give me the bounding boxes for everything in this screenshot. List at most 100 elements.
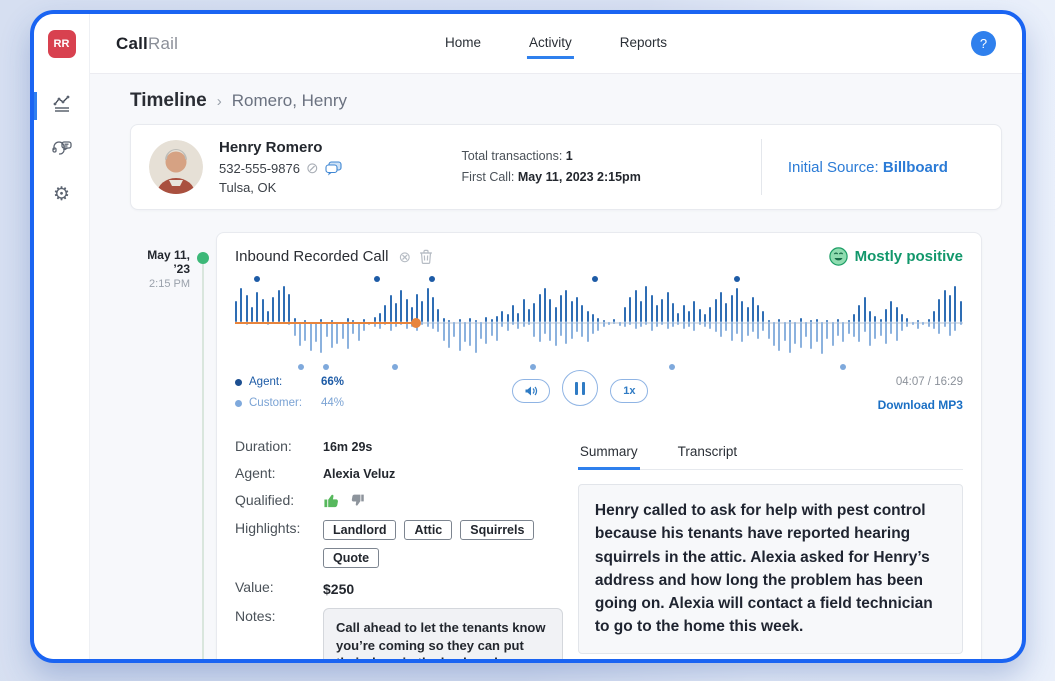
edit-icon[interactable]: ⊘ <box>306 159 319 177</box>
initial-source-label: Initial Source: <box>788 159 879 176</box>
value-label: Value: <box>235 579 323 595</box>
customer-marker-dot[interactable] <box>530 364 536 370</box>
initial-source: Initial Source: Billboard <box>788 159 948 176</box>
legend-customer: Customer: 44% <box>235 397 475 409</box>
playback-progress-handle[interactable] <box>411 318 421 328</box>
contact-card: Henry Romero 532-555-9876 ⊘ Tulsa, OK <box>130 124 1002 210</box>
summary-tabs: Summary Transcript <box>578 438 963 470</box>
contact-location: Tulsa, OK <box>219 180 342 195</box>
notes-input[interactable]: Call ahead to let the tenants know you’r… <box>323 608 563 663</box>
trash-icon[interactable] <box>419 249 433 264</box>
customer-label: Customer: <box>249 397 321 409</box>
timeline-dot <box>197 252 209 264</box>
sentiment-label: Mostly positive <box>855 248 963 265</box>
top-nav: Home Activity Reports <box>443 29 669 59</box>
qualified-label: Qualified: <box>235 492 323 508</box>
chat-icon[interactable] <box>325 161 342 176</box>
gear-bolt-icon: ⚙ <box>53 185 70 204</box>
download-mp3-link[interactable]: Download MP3 <box>723 398 963 412</box>
contact-phone-row: 532-555-9876 ⊘ <box>219 159 342 177</box>
playback-controls: 1x <box>512 376 648 406</box>
customer-dot <box>235 400 242 407</box>
nav-reports[interactable]: Reports <box>618 29 669 59</box>
call-time: 2:15 PM <box>136 278 190 290</box>
volume-button[interactable] <box>512 379 550 403</box>
avatar <box>149 140 203 194</box>
breadcrumb-separator: › <box>217 93 222 110</box>
total-transactions-value: 1 <box>566 149 573 163</box>
main-area: CallRail Home Activity Reports ? Timelin… <box>90 14 1022 659</box>
duration-label: Duration: <box>235 438 323 454</box>
call-title-icons: ⊗ <box>398 248 433 266</box>
breadcrumb: Timeline › Romero, Henry <box>90 74 1022 124</box>
contact-card-divider <box>761 139 762 195</box>
agent-dot <box>235 379 242 386</box>
activity-chart-icon <box>52 94 72 119</box>
contact-name: Henry Romero <box>219 139 342 156</box>
first-call-value: May 11, 2023 2:15pm <box>518 170 641 184</box>
timeline-connector <box>190 232 216 663</box>
agent-percentage: 66% <box>321 376 344 388</box>
customer-marker-dot[interactable] <box>669 364 675 370</box>
initial-source-value: Billboard <box>883 159 948 176</box>
thumbs-down-icon[interactable] <box>350 493 365 508</box>
qualified-field: Qualified: <box>235 492 570 509</box>
sentiment-smiley-icon <box>829 247 848 266</box>
topbar: CallRail Home Activity Reports ? <box>90 14 1022 74</box>
customer-marker-dot[interactable] <box>323 364 329 370</box>
agent-marker-dot[interactable] <box>254 276 260 282</box>
call-card: Inbound Recorded Call ⊗ <box>216 232 982 663</box>
agent-marker-dot[interactable] <box>374 276 380 282</box>
sidebar-item-activity[interactable] <box>34 84 89 128</box>
tab-summary[interactable]: Summary <box>578 438 640 470</box>
nav-home[interactable]: Home <box>443 29 483 59</box>
audio-waveform[interactable] <box>235 272 963 372</box>
call-details: Duration: 16m 29s Agent: Alexia Veluz Qu… <box>235 438 963 663</box>
tab-transcript[interactable]: Transcript <box>676 438 740 470</box>
highlight-tag[interactable]: Quote <box>323 548 379 568</box>
thumbs-up-icon[interactable] <box>323 492 340 509</box>
call-header: Inbound Recorded Call ⊗ <box>235 247 963 266</box>
customer-marker-dot[interactable] <box>392 364 398 370</box>
customer-marker-dot[interactable] <box>298 364 304 370</box>
highlights-field: Highlights: LandlordAtticSquirrelsQuote <box>235 520 570 568</box>
highlight-tag[interactable]: Squirrels <box>460 520 534 540</box>
call-title: Inbound Recorded Call <box>235 248 388 265</box>
sidebar: RR <box>34 14 90 659</box>
customer-percentage: 44% <box>321 397 344 409</box>
player-row: Agent: 66% Customer: 44% <box>235 376 963 418</box>
highlight-tag[interactable]: Attic <box>404 520 452 540</box>
app-window: RR <box>30 10 1026 663</box>
total-transactions-label: Total transactions: <box>462 149 563 163</box>
account-logo[interactable]: RR <box>48 30 76 58</box>
pause-button[interactable] <box>562 370 598 406</box>
notes-label: Notes: <box>235 608 323 624</box>
duration-field: Duration: 16m 29s <box>235 438 570 454</box>
summary-column: Summary Transcript Henry called to ask f… <box>570 438 963 663</box>
fields-column: Duration: 16m 29s Agent: Alexia Veluz Qu… <box>235 438 570 663</box>
timeline-date: May 11, ’23 2:15 PM <box>136 232 190 663</box>
agent-marker-dot[interactable] <box>429 276 435 282</box>
qualified-controls <box>323 492 365 509</box>
help-button[interactable]: ? <box>971 31 996 56</box>
nav-activity[interactable]: Activity <box>527 29 574 59</box>
breadcrumb-contact-name: Romero, Henry <box>232 91 347 111</box>
call-date: May 11, ’23 <box>136 248 190 276</box>
timeline-line <box>202 260 204 663</box>
page-title[interactable]: Timeline <box>130 90 207 112</box>
total-transactions-row: Total transactions: 1 <box>462 146 641 167</box>
sidebar-item-conversations[interactable] <box>34 128 89 172</box>
speed-button[interactable]: 1x <box>610 379 648 403</box>
legend-agent: Agent: 66% <box>235 376 475 388</box>
highlight-tags: Landlord Attic Squirrels Quote <box>323 520 570 568</box>
customer-marker-dot[interactable] <box>840 364 846 370</box>
mute-tag-icon[interactable]: ⊗ <box>398 248 411 266</box>
summary-text: Henry called to ask for help with pest c… <box>578 484 963 654</box>
highlight-tag[interactable]: Landlord <box>323 520 396 540</box>
content: Henry Romero 532-555-9876 ⊘ Tulsa, OK <box>90 124 1022 663</box>
agent-field: Agent: Alexia Veluz <box>235 465 570 481</box>
playback-progress-bar <box>235 322 416 324</box>
sentiment-badge: Mostly positive <box>829 247 963 266</box>
sidebar-item-settings[interactable]: ⚙ <box>34 172 89 216</box>
agent-label: Agent: <box>249 376 321 388</box>
